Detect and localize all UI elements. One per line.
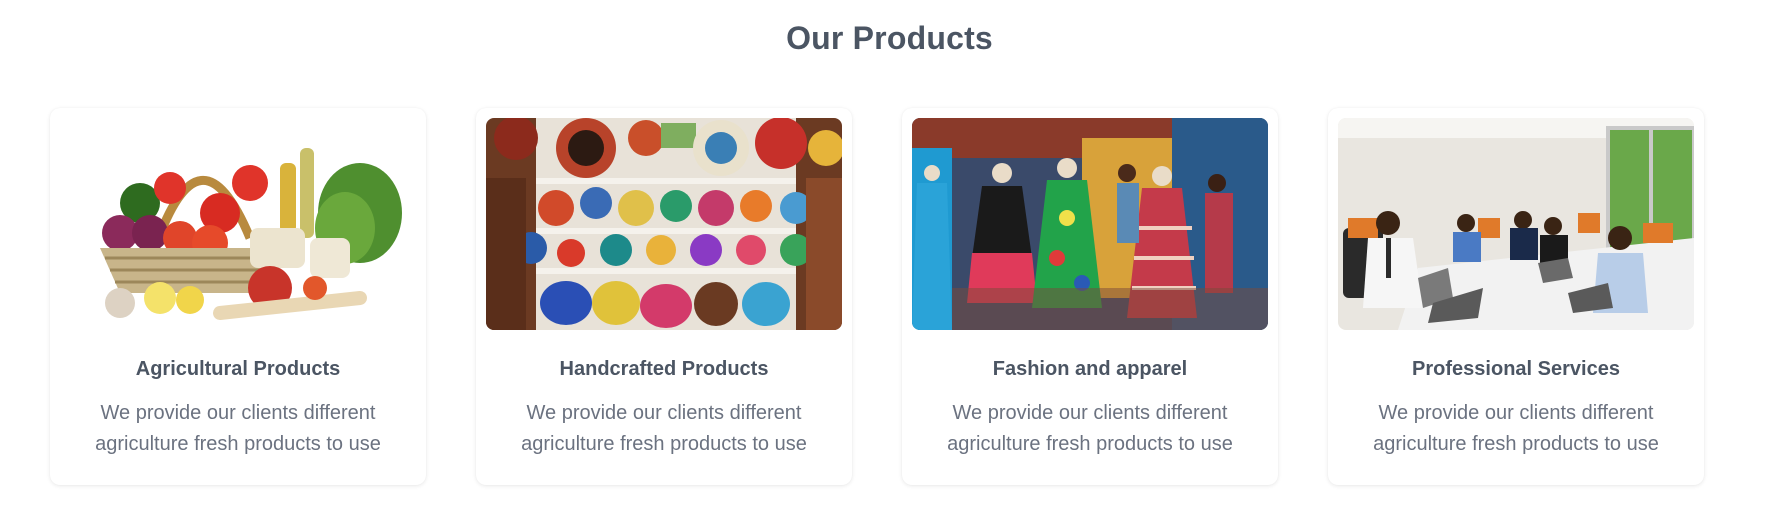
card-description-line: agriculture fresh products to use (947, 433, 1233, 455)
card-description: We provide our clients different agricul… (1328, 398, 1704, 460)
product-card-fashion[interactable]: Fashion and apparel We provide our clien… (902, 108, 1278, 485)
products-section: Our Products Agricultural Products We pr… (0, 0, 1779, 506)
professional-services-image (1338, 118, 1694, 330)
product-cards: Agricultural Products We provide our cli… (50, 108, 1704, 485)
product-card-agricultural[interactable]: Agricultural Products We provide our cli… (50, 108, 426, 485)
card-description-line: agriculture fresh products to use (95, 433, 381, 455)
card-title: Fashion and apparel (992, 358, 1188, 380)
fashion-apparel-image (912, 118, 1268, 330)
agricultural-products-image (60, 118, 416, 330)
product-card-handcrafted[interactable]: Handcrafted Products We provide our clie… (476, 108, 852, 485)
card-description: We provide our clients different agricul… (50, 398, 426, 460)
card-description-line: We provide our clients different (1378, 402, 1654, 424)
card-description-line: We provide our clients different (952, 402, 1228, 424)
product-card-professional[interactable]: Professional Services We provide our cli… (1328, 108, 1704, 485)
section-title: Our Products (786, 20, 993, 56)
card-description-line: agriculture fresh products to use (521, 433, 807, 455)
card-description-line: agriculture fresh products to use (1373, 433, 1659, 455)
card-description: We provide our clients different agricul… (476, 398, 852, 460)
handcrafted-products-image (486, 118, 842, 330)
card-title: Agricultural Products (135, 358, 341, 380)
card-description-line: We provide our clients different (100, 402, 376, 424)
card-description: We provide our clients different agricul… (902, 398, 1278, 460)
card-title: Handcrafted Products (559, 358, 769, 380)
card-description-line: We provide our clients different (526, 402, 802, 424)
card-title: Professional Services (1412, 358, 1620, 380)
